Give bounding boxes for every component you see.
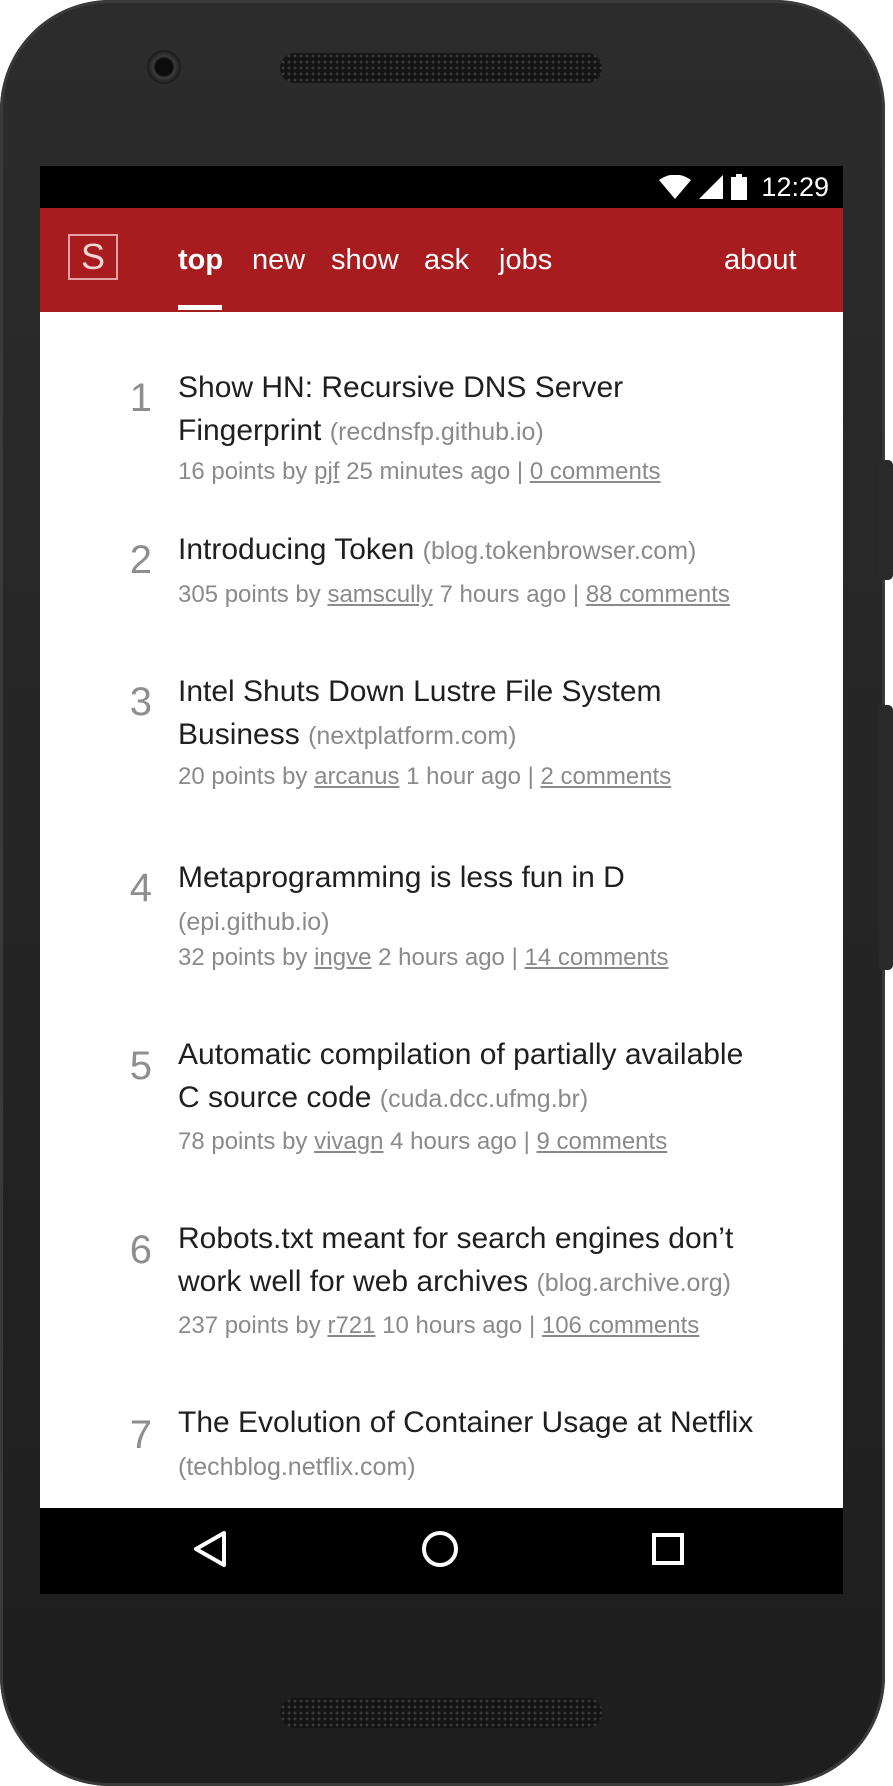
story-rank: 3 <box>129 680 152 724</box>
story-title-block: Robots.txt meant for search engines don’… <box>178 1217 808 1305</box>
back-triangle-icon <box>192 1530 228 1573</box>
status-bar: 12:29 <box>40 166 843 208</box>
story-comments-link[interactable]: 88 comments <box>586 581 730 608</box>
tab-jobs[interactable]: jobs <box>499 208 552 312</box>
story-meta: 20 points by arcanus 1 hour ago | 2 comm… <box>178 763 672 790</box>
active-tab-indicator <box>178 305 222 310</box>
story-comments-link[interactable]: 9 comments <box>536 1128 667 1155</box>
story-rank: 5 <box>129 1044 152 1088</box>
story-domain: (nextplatform.com) <box>308 722 517 750</box>
story-title-block: Metaprogramming is less fun in D (epi.gi… <box>178 856 808 942</box>
story-user-link[interactable]: pjf <box>314 458 339 485</box>
story-comments-link[interactable]: 2 comments <box>541 763 672 790</box>
wifi-icon <box>659 175 692 199</box>
story-user-link[interactable]: arcanus <box>314 763 399 790</box>
recents-button[interactable] <box>628 1508 708 1594</box>
story-title-block: Introducing Token (blog.tokenbrowser.com… <box>178 528 808 573</box>
story-rank: 2 <box>129 538 152 582</box>
story-user-link[interactable]: r721 <box>327 1312 375 1339</box>
story-rank: 6 <box>129 1228 152 1272</box>
screen: 12:29 S top new show ask jobs about 1 Sh… <box>40 166 843 1594</box>
story-rank: 7 <box>129 1413 152 1457</box>
about-link[interactable]: about <box>724 208 797 312</box>
system-nav-bar <box>40 1508 843 1594</box>
status-time: 12:29 <box>761 171 829 202</box>
story-rank: 1 <box>129 376 152 420</box>
story-user-link[interactable]: ingve <box>314 944 371 971</box>
story-title-link[interactable]: Metaprogramming is less fun in D <box>178 861 625 894</box>
story-rank: 4 <box>129 866 152 910</box>
story-meta: 305 points by samscully 7 hours ago | 88… <box>178 581 730 608</box>
tab-new[interactable]: new <box>252 208 305 312</box>
story-title-block: Intel Shuts Down Lustre File System Busin… <box>178 670 808 758</box>
home-button[interactable] <box>400 1508 480 1594</box>
story-domain: (epi.github.io) <box>178 908 330 936</box>
recents-square-icon <box>650 1531 686 1572</box>
app-logo[interactable]: S <box>68 234 118 280</box>
story-domain: (techblog.netflix.com) <box>178 1453 416 1481</box>
story-meta: 32 points by ingve 2 hours ago | 14 comm… <box>178 944 669 971</box>
phone-frame: 12:29 S top new show ask jobs about 1 Sh… <box>0 0 885 1786</box>
volume-up-button <box>879 460 893 580</box>
tab-top[interactable]: top <box>178 208 223 312</box>
story-domain: (blog.tokenbrowser.com) <box>422 537 697 565</box>
story-comments-link[interactable]: 0 comments <box>530 458 661 485</box>
story-meta: 78 points by vivagn 4 hours ago | 9 comm… <box>178 1128 668 1155</box>
story-comments-link[interactable]: 14 comments <box>524 944 668 971</box>
story-title-block: Show HN: Recursive DNS Server Fingerprint… <box>178 366 808 454</box>
story-comments-link[interactable]: 106 comments <box>542 1312 699 1339</box>
bottom-speaker <box>280 1698 602 1728</box>
story-title-link[interactable]: The Evolution of Container Usage at Netf… <box>178 1406 753 1439</box>
story-domain: (cuda.dcc.ufmg.br) <box>379 1085 589 1113</box>
cell-signal-icon <box>699 175 724 199</box>
story-user-link[interactable]: samscully <box>327 581 432 608</box>
front-camera <box>147 50 181 84</box>
story-meta: 237 points by r721 10 hours ago | 106 co… <box>178 1312 700 1339</box>
battery-icon <box>731 174 748 200</box>
story-list: 1 Show HN: Recursive DNS Server Fingerpri… <box>40 312 843 1594</box>
home-circle-icon <box>420 1529 460 1574</box>
story-title-block: Automatic compilation of partially avail… <box>178 1033 808 1121</box>
tab-ask[interactable]: ask <box>424 208 469 312</box>
story-title-block: The Evolution of Container Usage at Netf… <box>178 1401 808 1487</box>
app-bar: S top new show ask jobs about <box>40 208 843 312</box>
tab-show[interactable]: show <box>331 208 399 312</box>
story-user-link[interactable]: vivagn <box>314 1128 383 1155</box>
story-domain: (recdnsfp.github.io) <box>329 418 544 446</box>
power-button <box>879 705 893 970</box>
story-meta: 16 points by pjf 25 minutes ago | 0 comm… <box>178 458 661 485</box>
story-title-link[interactable]: Introducing Token <box>178 533 414 566</box>
back-button[interactable] <box>170 1508 250 1594</box>
story-domain: (blog.archive.org) <box>536 1269 731 1297</box>
top-speaker <box>280 53 602 83</box>
